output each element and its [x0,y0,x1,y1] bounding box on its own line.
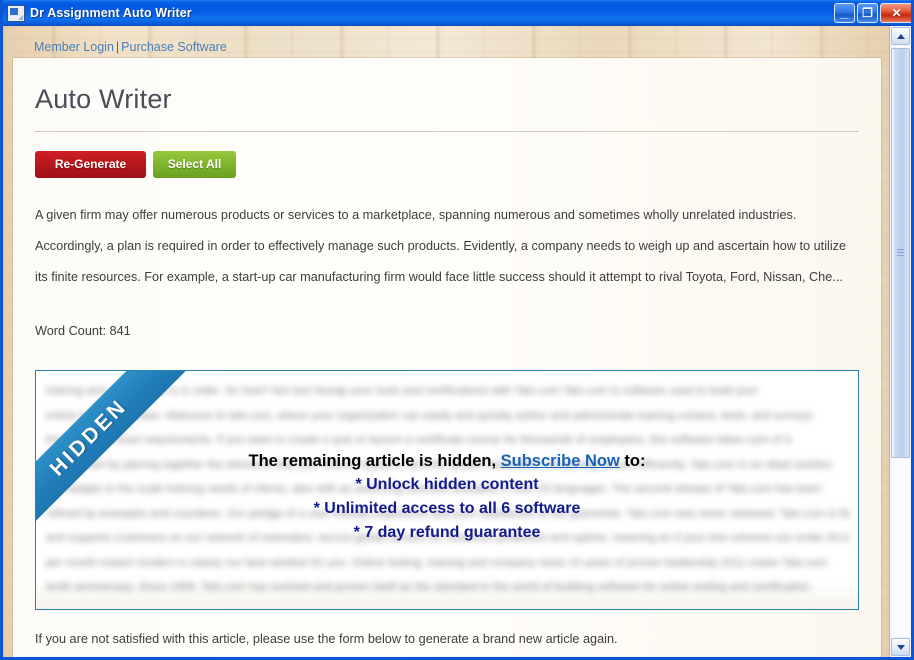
regenerate-button[interactable]: Re-Generate [35,151,146,178]
overlay-headline: The remaining article is hidden, Subscri… [36,449,858,473]
close-icon: ✕ [891,6,902,20]
minimize-button[interactable]: _ [834,3,855,23]
scrollbar-thumb[interactable] [891,48,910,458]
member-login-link[interactable]: Member Login [34,40,114,54]
footer-note: If you are not satisfied with this artic… [35,632,618,646]
article-preview-text: A given firm may offer numerous products… [35,208,847,284]
maximize-icon: ❐ [862,6,873,20]
client-area: Member Login | Purchase Software Auto Writ… [3,26,911,657]
blurred-line: per month instant renders is clearly our… [46,556,828,569]
scroll-up-button[interactable] [891,27,910,45]
overlay-bullet-3: * 7 day refund guarantee [353,524,541,541]
chevron-down-icon [896,644,905,650]
window-titlebar[interactable]: Dr Assignment Auto Writer _ ❐ ✕ [3,0,911,26]
page-title: Auto Writer [35,84,172,114]
window-title: Dr Assignment Auto Writer [30,6,192,20]
hidden-article-box: training and certification is in order. … [35,370,859,610]
app-icon [7,4,25,22]
blurred-line: training and certification is in order. … [46,385,759,397]
overlay-bullet-1: * Unlock hidden content [355,476,539,493]
maximize-button[interactable]: ❐ [857,3,878,23]
scroll-down-button[interactable] [891,638,910,656]
minimize-icon: _ [840,4,849,20]
scrollbar-grip-icon [897,249,904,257]
overlay-bullet-2: * Unlimited access to all 6 software [313,500,581,517]
purchase-software-link[interactable]: Purchase Software [121,40,227,54]
subscribe-overlay: The remaining article is hidden, Subscri… [36,449,858,545]
overlay-headline-prefix: The remaining article is hidden, [248,452,501,470]
nav-separator: | [115,40,120,54]
word-count-label: Word Count: 841 [35,324,131,338]
window-controls: _ ❐ ✕ [834,3,911,23]
title-divider [35,131,859,132]
blurred-line: tenth anniversary. Since 1996, Talo.com … [46,581,813,593]
vertical-scrollbar[interactable] [889,26,911,657]
blurred-line: online training courses. Welcome to talo… [46,409,813,422]
chevron-up-icon [896,33,905,39]
subscribe-now-link[interactable]: Subscribe Now [501,452,620,470]
action-button-row: Re-Generate Select All [35,151,859,178]
select-all-button[interactable]: Select All [153,151,236,178]
content-panel: Auto Writer Re-Generate Select All A giv… [13,58,881,657]
close-button[interactable]: ✕ [880,3,911,23]
overlay-headline-suffix: to: [619,452,646,470]
top-navigation: Member Login | Purchase Software [34,40,227,54]
application-window: Dr Assignment Auto Writer _ ❐ ✕ Member L… [0,0,914,660]
